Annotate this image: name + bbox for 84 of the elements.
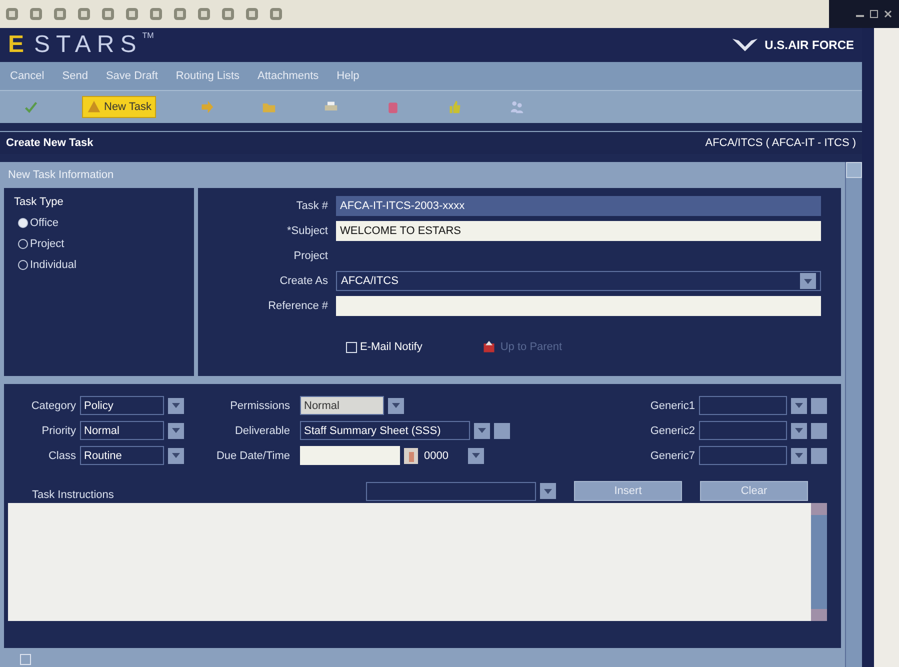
date-field[interactable] <box>300 446 400 465</box>
dropdown-field[interactable]: Normal <box>300 396 384 415</box>
field-label: Due Date/Time <box>215 450 290 462</box>
scrollbar[interactable] <box>845 162 862 667</box>
dropdown-field[interactable]: AFCA/ITCS <box>336 271 821 291</box>
dropdown-field[interactable]: Routine <box>80 446 164 465</box>
caret-icon[interactable] <box>168 422 184 438</box>
field-label: Generic2 <box>649 424 695 436</box>
people-icon <box>510 100 524 114</box>
field-label: Priority <box>40 424 76 436</box>
lookup-button[interactable] <box>811 422 827 438</box>
field-label: Generic7 <box>649 450 695 462</box>
dropdown-field[interactable] <box>699 396 787 415</box>
section-checkbox[interactable] <box>20 654 31 665</box>
org-name: U.S.AIR FORCE <box>764 38 854 52</box>
task-type-label: Task Type <box>14 196 64 208</box>
caret-icon[interactable] <box>791 448 807 464</box>
maximize-icon[interactable] <box>869 9 879 19</box>
browser-toolbar-icon[interactable] <box>172 6 188 22</box>
text-field[interactable]: WELCOME TO ESTARS <box>336 221 821 241</box>
radio-button[interactable] <box>18 218 28 228</box>
radio-button[interactable] <box>18 239 28 249</box>
text-field[interactable] <box>336 296 821 316</box>
dropdown-field[interactable]: Policy <box>80 396 164 415</box>
dropdown-field[interactable] <box>699 446 787 465</box>
browser-toolbar-icon[interactable] <box>4 6 20 22</box>
up-arrow-icon <box>482 340 496 354</box>
field-label: Generic1 <box>649 400 695 412</box>
thumbs-up-icon <box>448 100 462 114</box>
field-label: *Subject <box>286 225 328 237</box>
caret-icon[interactable] <box>468 448 484 464</box>
page-title: Create New Task <box>6 137 94 149</box>
close-icon[interactable] <box>883 9 893 19</box>
field-label: Category <box>30 400 76 412</box>
task-number-field: AFCA-IT-ITCS-2003-xxxx <box>336 196 821 216</box>
field-label: Permissions <box>229 400 290 412</box>
browser-toolbar-icon[interactable] <box>28 6 44 22</box>
estars-logo: E STARS$^{TM}$ <box>8 31 154 59</box>
template-dropdown[interactable] <box>366 482 536 500</box>
caret-icon[interactable] <box>791 398 807 414</box>
caret-icon[interactable] <box>800 273 816 289</box>
caret-icon[interactable] <box>474 422 490 438</box>
radio-option[interactable]: Individual <box>14 259 184 271</box>
calendar-icon[interactable] <box>404 448 418 464</box>
arrow-icon <box>200 100 214 114</box>
lookup-button[interactable] <box>811 398 827 414</box>
field-label: Reference # <box>267 300 328 312</box>
browser-toolbar-icon[interactable] <box>124 6 140 22</box>
field-label: Create As <box>278 275 328 287</box>
lookup-button[interactable] <box>811 448 827 464</box>
section-title: New Task Information <box>8 169 114 181</box>
caret-icon[interactable] <box>388 398 404 414</box>
caret-icon[interactable] <box>168 398 184 414</box>
wings-emblem-icon <box>730 36 759 54</box>
browser-toolbar-icon[interactable] <box>100 6 116 22</box>
caret-icon[interactable] <box>168 448 184 464</box>
warning-icon <box>87 100 101 114</box>
task-instructions-label: Task Instructions <box>31 489 115 501</box>
browser-toolbar-icon[interactable] <box>220 6 236 22</box>
browser-toolbar-icon[interactable] <box>76 6 92 22</box>
radio-button[interactable] <box>18 260 28 270</box>
browser-toolbar-icon[interactable] <box>196 6 212 22</box>
time-field[interactable]: 0000 <box>422 450 464 462</box>
dropdown-field[interactable]: Staff Summary Sheet (SSS) <box>300 421 470 440</box>
office-label: AFCA/ITCS ( AFCA-IT - ITCS ) <box>705 137 856 149</box>
toolbar-button[interactable]: New Task <box>82 96 156 118</box>
radio-option[interactable]: Office <box>14 217 184 229</box>
field-label: Deliverable <box>234 424 290 436</box>
field-label: Task # <box>295 200 328 212</box>
radio-option[interactable]: Project <box>14 238 184 250</box>
browser-toolbar-icon[interactable] <box>52 6 68 22</box>
field-label: Project <box>292 250 328 262</box>
field-label: Class <box>47 450 76 462</box>
browser-toolbar-icon[interactable] <box>244 6 260 22</box>
scrollbar[interactable] <box>811 503 827 621</box>
caret-icon[interactable] <box>791 422 807 438</box>
check-icon <box>24 100 38 114</box>
browser-toolbar-icon[interactable] <box>148 6 164 22</box>
lookup-button[interactable] <box>494 422 510 438</box>
caret-icon[interactable] <box>540 483 556 499</box>
email-notify-checkbox[interactable]: E-Mail Notify <box>346 341 422 353</box>
dropdown-field[interactable]: Normal <box>80 421 164 440</box>
browser-toolbar-icon[interactable] <box>268 6 284 22</box>
dropdown-field[interactable] <box>699 421 787 440</box>
